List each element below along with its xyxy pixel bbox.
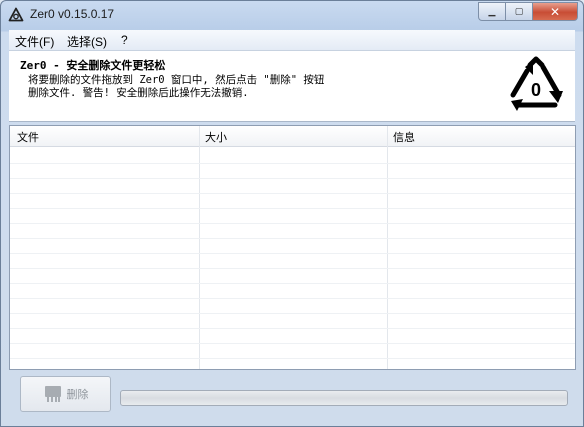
menu-help[interactable]: ? <box>121 33 128 47</box>
menu-bar: 文件(F) 选择(S) ? <box>9 30 575 51</box>
minimize-button[interactable]: ▁ <box>478 2 506 21</box>
header-description: 将要删除的文件拖放到 Zer0 窗口中, 然后点击 "删除" 按钮 删除文件. … <box>28 74 398 100</box>
menu-file[interactable]: 文件(F) <box>15 33 54 50</box>
window-title: Zer0 v0.15.0.17 <box>30 7 115 21</box>
row-gridline <box>10 358 575 359</box>
maximize-button[interactable]: ▢ <box>506 2 533 21</box>
row-gridline <box>10 208 575 209</box>
progress-bar <box>120 390 568 406</box>
row-gridline <box>10 253 575 254</box>
close-button[interactable]: ✕ <box>533 2 578 21</box>
column-info[interactable]: 信息 <box>393 129 415 145</box>
file-list[interactable]: 文件 大小 信息 <box>9 125 576 370</box>
recycle-zero-icon: 0 <box>510 56 563 111</box>
row-gridline <box>10 178 575 179</box>
description-line-1: 将要删除的文件拖放到 Zer0 窗口中, 然后点击 "删除" 按钮 <box>28 74 325 86</box>
row-gridline <box>10 223 575 224</box>
app-window: Zer0 v0.15.0.17 ▁ ▢ ✕ 文件(F) 选择(S) ? Zer0… <box>0 0 584 427</box>
column-file[interactable]: 文件 <box>17 129 39 145</box>
maximize-icon: ▢ <box>514 6 524 17</box>
title-bar[interactable]: Zer0 v0.15.0.17 ▁ ▢ ✕ <box>1 1 583 29</box>
row-gridline <box>10 328 575 329</box>
row-gridline <box>10 268 575 269</box>
description-line-2: 删除文件. 警告! 安全删除后此操作无法撤销. <box>28 87 249 99</box>
close-icon: ✕ <box>549 4 561 19</box>
row-gridline <box>10 163 575 164</box>
row-gridline <box>10 343 575 344</box>
row-gridline <box>10 238 575 239</box>
footer: 删除 <box>9 371 575 421</box>
column-size[interactable]: 大小 <box>205 129 227 145</box>
delete-label: 删除 <box>66 388 89 401</box>
header-panel: Zer0 - 安全删除文件更轻松 将要删除的文件拖放到 Zer0 窗口中, 然后… <box>9 51 575 122</box>
list-header: 文件 大小 信息 <box>10 126 575 147</box>
app-recycle-icon <box>8 7 24 22</box>
menu-select[interactable]: 选择(S) <box>67 33 107 50</box>
header-title: Zer0 - 安全删除文件更轻松 <box>20 59 166 72</box>
row-gridline <box>10 298 575 299</box>
delete-button[interactable]: 删除 <box>20 376 111 412</box>
shredder-icon <box>44 386 61 402</box>
row-gridline <box>10 313 575 314</box>
minimize-icon: ▁ <box>488 6 496 17</box>
row-gridline <box>10 283 575 284</box>
logo-digit: 0 <box>531 80 541 100</box>
row-gridline <box>10 193 575 194</box>
caption-buttons: ▁ ▢ ✕ <box>478 2 578 21</box>
